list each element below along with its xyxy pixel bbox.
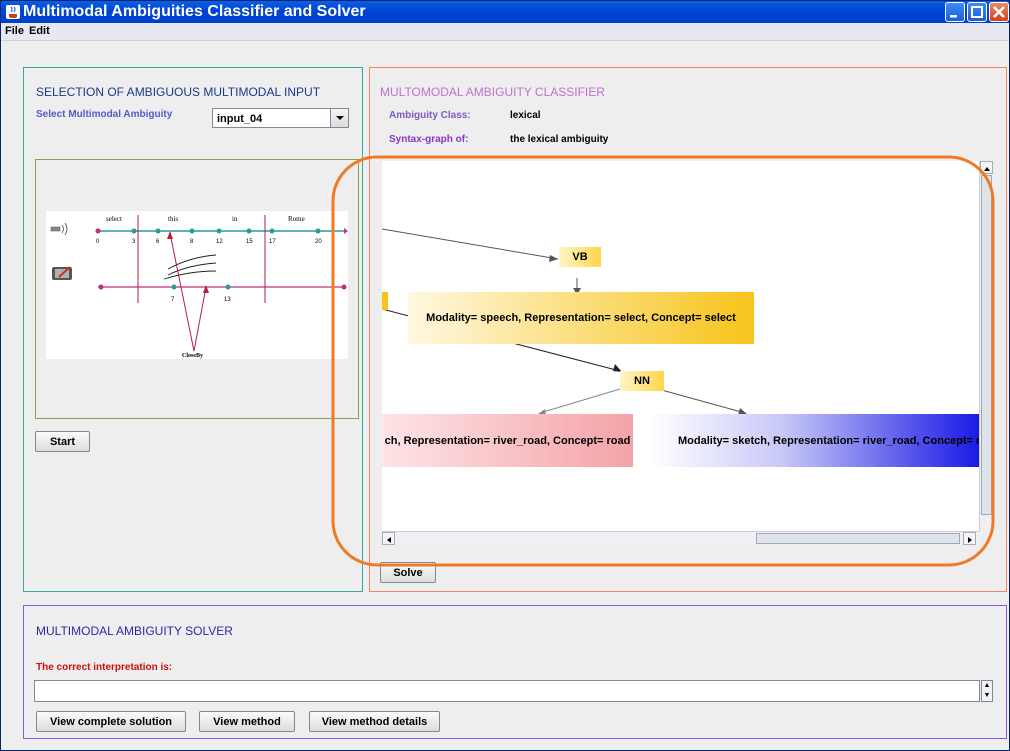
speech-tick: 15	[246, 239, 253, 245]
java-cup-icon	[6, 5, 20, 19]
view-complete-solution-button[interactable]: View complete solution	[36, 711, 186, 732]
window-title: Multimodal Ambiguities Classifier and So…	[23, 3, 366, 20]
combo-arrow-button[interactable]	[330, 109, 348, 127]
interpretation-spinner[interactable]: ▲ ▼	[981, 680, 993, 702]
syntax-graph-value: the lexical ambiguity	[510, 134, 609, 145]
speech-word: Rome	[288, 215, 305, 223]
syntax-graph-label: Syntax-graph of:	[389, 134, 469, 145]
minimize-icon	[950, 15, 957, 18]
speech-word: this	[168, 215, 178, 223]
title-bar: Multimodal Ambiguities Classifier and So…	[1, 1, 1009, 23]
highlight-ring	[331, 155, 995, 567]
speech-word: select	[106, 215, 122, 223]
sketch-tick: 13	[224, 297, 231, 303]
interpretation-label: The correct interpretation is:	[36, 662, 173, 673]
close-button[interactable]	[989, 2, 1009, 22]
selection-panel-title: SELECTION OF AMBIGUOUS MULTIMODAL INPUT	[36, 85, 321, 99]
minimize-button[interactable]	[945, 2, 965, 22]
ambiguity-select-value: input_04	[217, 113, 263, 125]
start-button[interactable]: Start	[35, 431, 90, 452]
solver-panel-title: MULTIMODAL AMBIGUITY SOLVER	[36, 624, 233, 638]
speech-tick: 17	[269, 239, 276, 245]
interpretation-field[interactable]	[34, 680, 980, 702]
speech-word: in	[232, 215, 238, 223]
menu-bar: File Edit	[1, 23, 1009, 41]
classifier-panel-title: MULTOMODAL AMBIGUITY CLASSIFIER	[380, 85, 605, 99]
app-window: Multimodal Ambiguities Classifier and So…	[0, 0, 1010, 751]
menu-file[interactable]: File	[5, 25, 24, 37]
tablet-pen-icon	[52, 266, 72, 280]
select-ambiguity-label: Select Multimodal Ambiguity	[36, 109, 173, 120]
menu-edit[interactable]: Edit	[29, 25, 50, 37]
maximize-button[interactable]	[967, 2, 987, 22]
view-method-button[interactable]: View method	[199, 711, 295, 732]
ambiguity-class-label: Ambiguity Class:	[389, 110, 471, 121]
closeby-label: CloseBy	[182, 353, 203, 359]
maximize-icon	[971, 6, 983, 18]
speech-tick: 12	[216, 239, 223, 245]
ambiguity-class-value: lexical	[510, 110, 541, 121]
close-icon	[993, 6, 1005, 18]
ambiguity-select[interactable]: input_04	[212, 108, 349, 128]
timeline-image: select this in Rome 0 3 6 8 12 15 17 20 …	[46, 211, 348, 359]
chevron-down-icon	[336, 116, 344, 120]
speech-tick: 20	[315, 239, 322, 245]
view-method-details-button[interactable]: View method details	[309, 711, 440, 732]
